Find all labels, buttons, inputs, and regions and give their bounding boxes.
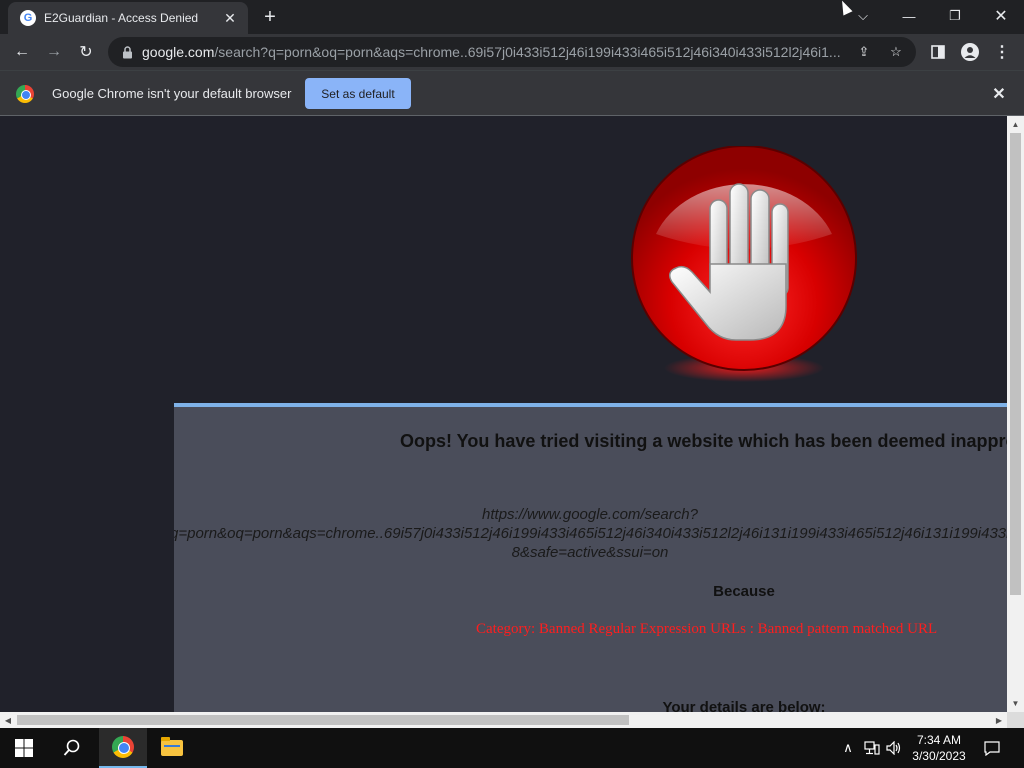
bookmark-star-icon[interactable]: ☆ (886, 42, 906, 62)
screen: G E2Guardian - Access Denied ✕ + ⌵ — ❐ ✕… (0, 0, 1024, 768)
vertical-scroll-thumb[interactable] (1010, 133, 1021, 595)
stop-hand-icon (631, 146, 857, 382)
profile-icon[interactable] (956, 38, 984, 66)
page-title: Oops! You have tried visiting a website … (400, 431, 1007, 451)
chrome-taskbar-icon (112, 736, 134, 758)
menu-icon[interactable]: ⋮ (988, 38, 1016, 66)
system-clock[interactable]: 7:34 AM 3/30/2023 (906, 732, 972, 764)
scroll-up-arrow-icon[interactable]: ▲ (1007, 116, 1024, 133)
scroll-down-arrow-icon[interactable]: ▼ (1007, 695, 1024, 712)
show-hidden-icons-chevron-icon[interactable]: ∧ (838, 738, 858, 758)
start-button[interactable] (0, 728, 48, 768)
url-text[interactable]: google.com/search?q=porn&oq=porn&aqs=chr… (142, 44, 848, 60)
chrome-logo-icon (16, 85, 34, 103)
browser-toolbar: ← → ↻ google.com/search?q=porn&oq=porn&a… (0, 34, 1024, 70)
url-host: google.com (142, 44, 215, 60)
reload-button[interactable]: ↻ (72, 38, 100, 66)
side-panel-icon[interactable] (924, 38, 952, 66)
infobar-close-icon[interactable]: ✕ (988, 83, 1010, 105)
close-window-button[interactable]: ✕ (978, 2, 1024, 30)
back-button[interactable]: ← (8, 38, 36, 66)
network-icon[interactable] (862, 738, 882, 758)
new-tab-button[interactable]: + (258, 5, 282, 29)
notification-center-icon[interactable] (980, 736, 1004, 760)
url-path: /search?q=porn&oq=porn&aqs=chrome..69i57… (214, 44, 841, 60)
forward-button[interactable]: → (40, 38, 68, 66)
infobar-message: Google Chrome isn't your default browser (52, 86, 292, 101)
scroll-right-arrow-icon[interactable]: ▶ (991, 712, 1007, 728)
horizontal-scroll-thumb[interactable] (17, 715, 629, 725)
blocked-url-line: 8&safe=active&ssui=on (511, 544, 669, 561)
blocked-url-line: https://www.google.com/search? (482, 506, 698, 523)
taskbar-chrome-button[interactable] (99, 728, 147, 768)
address-bar[interactable]: google.com/search?q=porn&oq=porn&aqs=chr… (108, 37, 916, 67)
taskbar-file-explorer-button[interactable] (148, 728, 196, 768)
scrollbar-corner (1007, 712, 1024, 728)
clock-time: 7:34 AM (916, 733, 962, 747)
clock-date: 3/30/2023 (912, 749, 966, 763)
default-browser-infobar: Google Chrome isn't your default browser… (0, 70, 1024, 116)
blocked-url: https://www.google.com/search? q=porn&oq… (174, 505, 1007, 562)
windows-logo-icon (15, 739, 33, 757)
lock-icon[interactable] (120, 45, 134, 59)
tab-close-icon[interactable]: ✕ (220, 8, 240, 28)
page-content: Oops! You have tried visiting a website … (0, 116, 1007, 712)
blocked-url-line: q=porn&oq=porn&aqs=chrome..69i57j0i433i5… (174, 525, 1007, 542)
google-favicon-icon: G (20, 10, 36, 26)
tab-title: E2Guardian - Access Denied (44, 11, 199, 25)
details-heading: Your details are below: (662, 699, 826, 712)
taskbar-search-icon[interactable] (48, 728, 96, 768)
windows-taskbar: ∧ 7:34 AM 3/30/2023 (0, 728, 1024, 768)
active-tab[interactable]: G E2Guardian - Access Denied ✕ (8, 2, 248, 34)
share-icon[interactable]: ⇪ (854, 42, 874, 62)
set-as-default-button[interactable]: Set as default (305, 78, 411, 109)
minimize-button[interactable]: — (886, 2, 932, 30)
block-category: Category: Banned Regular Expression URLs… (476, 621, 938, 637)
vertical-scrollbar[interactable]: ▲ ▼ (1007, 116, 1024, 712)
folder-icon (161, 737, 183, 756)
horizontal-scrollbar[interactable]: ◀ ▶ (0, 712, 1007, 728)
scroll-left-arrow-icon[interactable]: ◀ (0, 712, 16, 728)
restore-button[interactable]: ❐ (932, 2, 978, 30)
title-bar: G E2Guardian - Access Denied ✕ + ⌵ — ❐ ✕ (0, 0, 1024, 34)
block-message-panel: Oops! You have tried visiting a website … (174, 403, 1007, 712)
volume-icon[interactable] (884, 738, 904, 758)
because-label: Because (713, 583, 775, 600)
